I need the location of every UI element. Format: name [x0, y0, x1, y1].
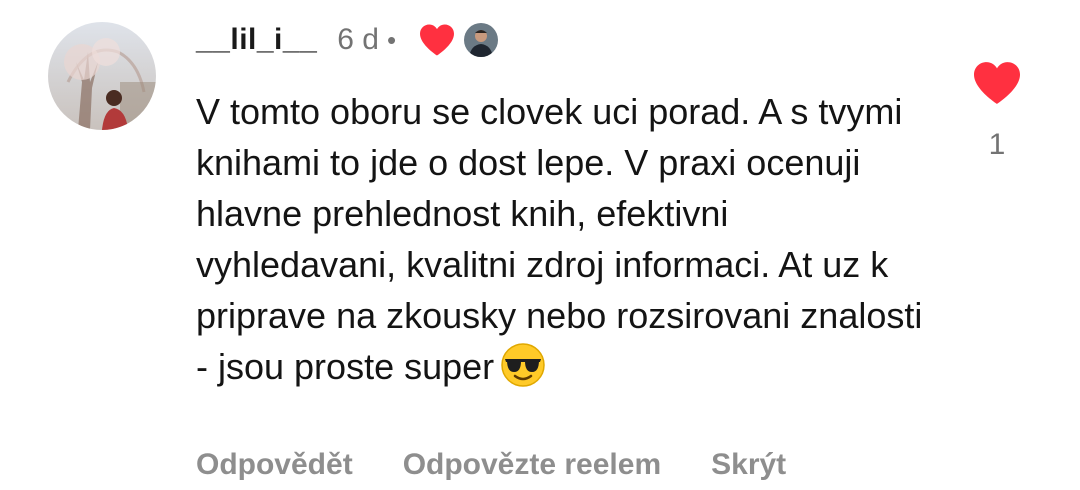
like-heart-icon[interactable]: [971, 60, 1023, 106]
username[interactable]: __lil_i__: [196, 23, 317, 57]
creator-liked-heart-icon: [418, 23, 456, 57]
comment-text: V tomto oboru se clovek uci porad. A s t…: [196, 86, 936, 392]
user-avatar[interactable]: [48, 22, 156, 130]
comment-body: V tomto oboru se clovek uci porad. A s t…: [196, 91, 923, 387]
like-count: 1: [988, 128, 1006, 161]
comment-actions: Odpovědět Odpovězte reelem Skrýt: [196, 448, 836, 482]
reply-button[interactable]: Odpovědět: [196, 448, 353, 482]
creator-avatar: [464, 23, 499, 57]
reply-with-reel-button[interactable]: Odpovězte reelem: [403, 448, 661, 482]
like-section: 1: [970, 60, 1024, 162]
sunglasses-emoji-icon: [500, 342, 546, 388]
separator-dot: •: [386, 24, 397, 55]
comment-header: __lil_i__ 6 d •: [196, 18, 499, 62]
comment: __lil_i__ 6 d • V tomto oboru se clovek …: [0, 0, 1080, 490]
hide-button[interactable]: Skrýt: [711, 448, 786, 482]
timestamp: 6 d: [337, 23, 379, 56]
